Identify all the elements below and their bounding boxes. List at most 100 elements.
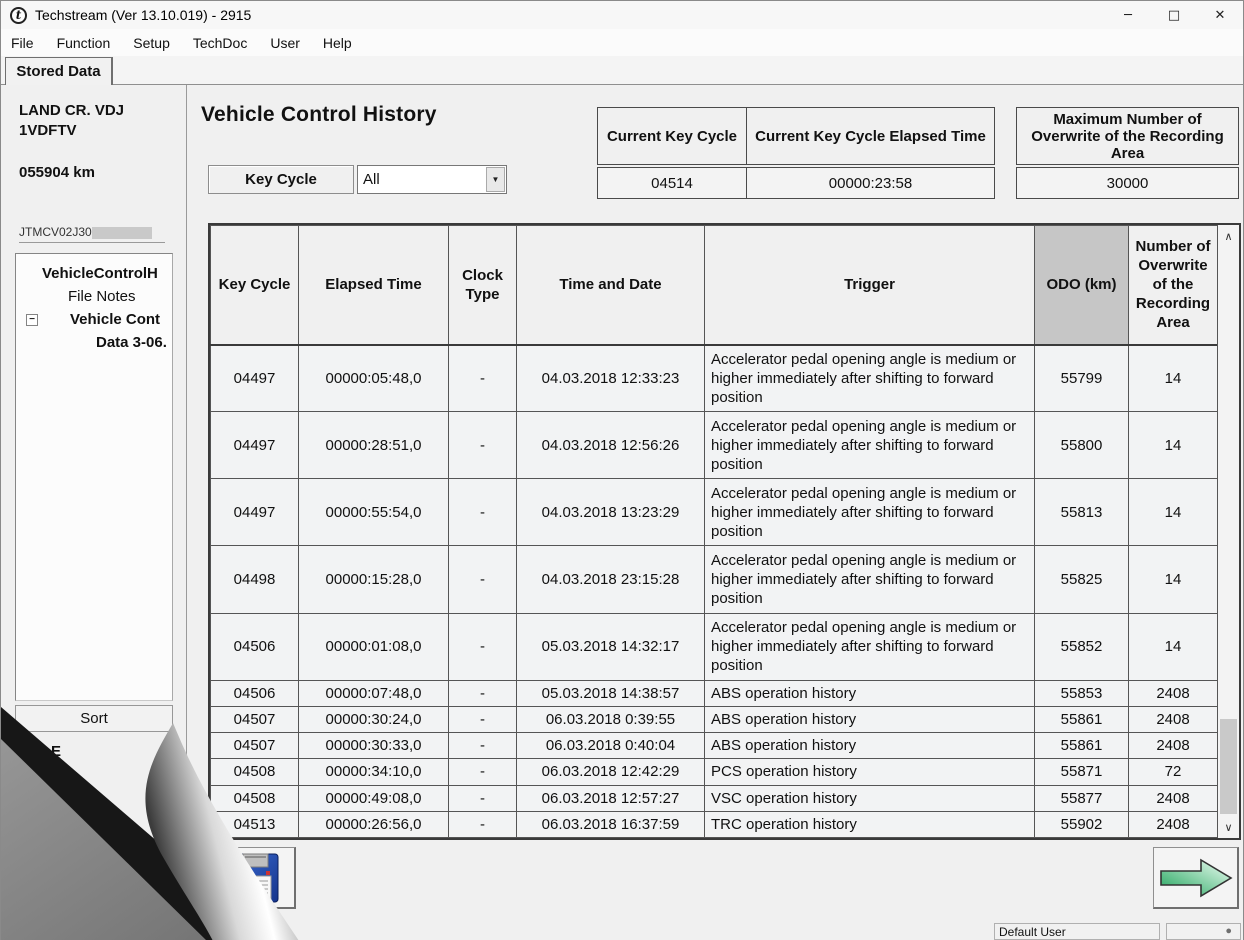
table-cell: 04.03.2018 12:33:23 bbox=[517, 345, 705, 412]
tab-stored-data[interactable]: Stored Data bbox=[5, 57, 113, 85]
col-elapsed-time[interactable]: Elapsed Time bbox=[299, 226, 449, 345]
table-row[interactable]: 0450800000:49:08,0-06.03.2018 12:57:27VS… bbox=[211, 785, 1218, 811]
window-title: Techstream (Ver 13.10.019) - 2915 bbox=[35, 7, 251, 23]
table-cell: 55861 bbox=[1035, 706, 1129, 732]
sort-button[interactable]: Sort bbox=[15, 705, 173, 732]
tree-item-vehicle-control[interactable]: −Vehicle Cont bbox=[16, 308, 172, 331]
chevron-down-icon[interactable]: ▼ bbox=[486, 167, 505, 192]
table-cell: 2408 bbox=[1129, 680, 1218, 706]
table-cell: 06.03.2018 0:39:55 bbox=[517, 706, 705, 732]
vin-redacted-block bbox=[92, 227, 152, 239]
scroll-down-icon[interactable]: ∨ bbox=[1218, 816, 1239, 838]
table-cell: 05.03.2018 14:32:17 bbox=[517, 613, 705, 680]
table-row[interactable]: 0449700000:28:51,0-04.03.2018 12:56:26Ac… bbox=[211, 412, 1218, 479]
table-cell: - bbox=[449, 345, 517, 412]
status-bar: Default User ● bbox=[1, 923, 1243, 940]
table-cell: Accelerator pedal opening angle is mediu… bbox=[705, 613, 1035, 680]
key-cycle-label: Key Cycle bbox=[208, 165, 354, 194]
save-button[interactable] bbox=[216, 847, 296, 909]
col-odo[interactable]: ODO (km) bbox=[1035, 226, 1129, 345]
max-overwrite-header: Maximum Number of Overwrite of the Recor… bbox=[1016, 107, 1239, 165]
table-cell: 04.03.2018 12:56:26 bbox=[517, 412, 705, 479]
key-cycle-select[interactable]: All ▼ bbox=[357, 165, 507, 194]
title-bar: t Techstream (Ver 13.10.019) - 2915 ─ □ … bbox=[1, 1, 1243, 29]
table-cell: 2408 bbox=[1129, 785, 1218, 811]
max-overwrite-info-group: Maximum Number of Overwrite of the Recor… bbox=[1016, 107, 1239, 199]
table-cell: - bbox=[449, 680, 517, 706]
tree-item-file-notes[interactable]: File Notes bbox=[16, 285, 172, 308]
table-cell: 04506 bbox=[211, 613, 299, 680]
table-row[interactable]: 0449700000:05:48,0-04.03.2018 12:33:23Ac… bbox=[211, 345, 1218, 412]
table-row[interactable]: 0450700000:30:24,0-06.03.2018 0:39:55ABS… bbox=[211, 706, 1218, 732]
table-header-row: Key Cycle Elapsed Time Clock Type Time a… bbox=[211, 226, 1218, 345]
table-row[interactable]: 0450800000:34:10,0-06.03.2018 12:42:29PC… bbox=[211, 759, 1218, 785]
table-cell: 00000:30:24,0 bbox=[299, 706, 449, 732]
table-cell: 06.03.2018 0:40:04 bbox=[517, 733, 705, 759]
partially-hidden-button[interactable]: E bbox=[51, 743, 61, 760]
table-cell: PCS operation history bbox=[705, 759, 1035, 785]
connection-led-icon: ● bbox=[1225, 926, 1232, 937]
table-cell: 04508 bbox=[211, 759, 299, 785]
table-cell: - bbox=[449, 479, 517, 546]
minimize-button[interactable]: ─ bbox=[1105, 1, 1151, 29]
table-cell: 2408 bbox=[1129, 811, 1218, 837]
table-scrollbar[interactable]: ∧ ∨ bbox=[1217, 225, 1239, 838]
table-cell: 00000:26:56,0 bbox=[299, 811, 449, 837]
table-cell: 55861 bbox=[1035, 733, 1129, 759]
table-cell: 55877 bbox=[1035, 785, 1129, 811]
table-cell: 04497 bbox=[211, 479, 299, 546]
table-row[interactable]: 0449800000:15:28,0-04.03.2018 23:15:28Ac… bbox=[211, 546, 1218, 613]
next-arrow-icon bbox=[1159, 857, 1233, 899]
table-cell: Accelerator pedal opening angle is mediu… bbox=[705, 479, 1035, 546]
close-button[interactable]: ✕ bbox=[1197, 1, 1243, 29]
table-cell: ABS operation history bbox=[705, 706, 1035, 732]
table-cell: 2408 bbox=[1129, 706, 1218, 732]
table-row[interactable]: 0451300000:26:56,0-06.03.2018 16:37:59TR… bbox=[211, 811, 1218, 837]
odometer-value: 055904 km bbox=[19, 164, 95, 181]
tree-item-data[interactable]: Data 3-06. bbox=[16, 331, 172, 354]
max-overwrite-value: 30000 bbox=[1016, 167, 1239, 199]
tab-strip: Stored Data bbox=[1, 56, 1243, 85]
table-cell: 05.03.2018 14:38:57 bbox=[517, 680, 705, 706]
table-row[interactable]: 0450600000:01:08,0-05.03.2018 14:32:17Ac… bbox=[211, 613, 1218, 680]
col-key-cycle[interactable]: Key Cycle bbox=[211, 226, 299, 345]
col-overwrite-count[interactable]: Number of Overwrite of the Recording Are… bbox=[1129, 226, 1218, 345]
menu-user[interactable]: User bbox=[270, 32, 311, 54]
table-cell: 04508 bbox=[211, 785, 299, 811]
tree-collapse-icon[interactable]: − bbox=[26, 314, 38, 326]
table-cell: 14 bbox=[1129, 613, 1218, 680]
col-trigger[interactable]: Trigger bbox=[705, 226, 1035, 345]
scrollbar-thumb[interactable] bbox=[1220, 719, 1237, 814]
table-cell: 14 bbox=[1129, 546, 1218, 613]
maximize-button[interactable]: □ bbox=[1151, 1, 1197, 29]
app-logo-icon: t bbox=[10, 7, 27, 24]
menu-help[interactable]: Help bbox=[323, 32, 363, 54]
scroll-up-icon[interactable]: ∧ bbox=[1218, 225, 1239, 247]
table-row[interactable]: 0450600000:07:48,0-05.03.2018 14:38:57AB… bbox=[211, 680, 1218, 706]
table-cell: - bbox=[449, 811, 517, 837]
table-cell: 04.03.2018 23:15:28 bbox=[517, 546, 705, 613]
col-time-date[interactable]: Time and Date bbox=[517, 226, 705, 345]
menu-techdoc[interactable]: TechDoc bbox=[193, 32, 258, 54]
next-button[interactable] bbox=[1153, 847, 1239, 909]
menu-file[interactable]: File bbox=[11, 32, 45, 54]
table-cell: 04506 bbox=[211, 680, 299, 706]
sidebar: LAND CR. VDJ 1VDFTV 055904 km JTMCV02J30… bbox=[1, 85, 187, 940]
table-cell: 14 bbox=[1129, 479, 1218, 546]
menu-function[interactable]: Function bbox=[57, 32, 122, 54]
table-cell: TRC operation history bbox=[705, 811, 1035, 837]
vin-field: JTMCV02J30 bbox=[19, 225, 165, 243]
col-clock-type[interactable]: Clock Type bbox=[449, 226, 517, 345]
table-cell: 00000:49:08,0 bbox=[299, 785, 449, 811]
table-row[interactable]: 0450700000:30:33,0-06.03.2018 0:40:04ABS… bbox=[211, 733, 1218, 759]
tree-item-vehiclecontrolhistory[interactable]: VehicleControlH bbox=[16, 262, 172, 285]
table-cell: ABS operation history bbox=[705, 680, 1035, 706]
table-cell: 14 bbox=[1129, 412, 1218, 479]
table-row[interactable]: 0449700000:55:54,0-04.03.2018 13:23:29Ac… bbox=[211, 479, 1218, 546]
elapsed-time-header: Current Key Cycle Elapsed Time bbox=[746, 107, 995, 165]
vin-prefix: JTMCV02J30 bbox=[19, 225, 92, 239]
current-key-cycle-value: 04514 bbox=[597, 167, 747, 199]
menu-setup[interactable]: Setup bbox=[133, 32, 181, 54]
table-cell: Accelerator pedal opening angle is mediu… bbox=[705, 345, 1035, 412]
table-cell: - bbox=[449, 706, 517, 732]
